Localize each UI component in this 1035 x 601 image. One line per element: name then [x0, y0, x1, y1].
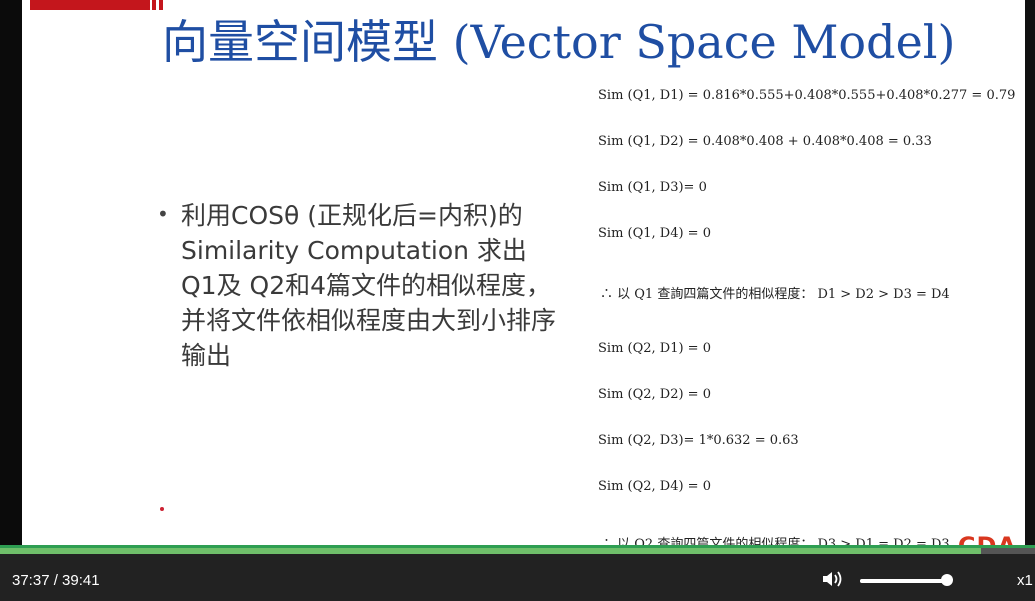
right-letterbox — [1025, 0, 1035, 548]
bullet-dot-icon: • — [157, 202, 169, 226]
time-display: 37:37 / 39:41 — [12, 572, 100, 589]
summary-q1: ∴ 以 Q1 查詢四篇文件的相似程度： D1 > D2 > D3 = D4 — [600, 287, 950, 302]
slide-header-accent-2 — [152, 0, 156, 10]
formula-q2-d3: Sim (Q2, D3)= 1*0.632 = 0.63 — [598, 433, 799, 448]
slide-header-accent — [30, 0, 150, 10]
formula-q2-d2: Sim (Q2, D2) = 0 — [598, 387, 711, 402]
volume-icon[interactable] — [822, 570, 844, 588]
formula-q1-d4: Sim (Q1, D4) = 0 — [598, 226, 711, 241]
volume-slider-knob[interactable] — [941, 574, 954, 586]
formula-q2-d4: Sim (Q2, D4) = 0 — [598, 479, 711, 494]
slide-title: 向量空间模型 (Vector Space Model) — [162, 15, 956, 69]
formula-q1-d1: Sim (Q1, D1) = 0.816*0.555+0.408*0.555+0… — [598, 88, 1016, 103]
volume-slider-fill — [860, 579, 948, 583]
formula-q2-d1: Sim (Q2, D1) = 0 — [598, 341, 711, 356]
bullet-point: • 利用COSθ (正规化后=内积)的Similarity Computatio… — [157, 198, 557, 373]
left-letterbox — [0, 0, 22, 548]
player-controls: 37:37 / 39:41 x1 — [0, 554, 1035, 601]
bullet-text: 利用COSθ (正规化后=内积)的Similarity Computation … — [181, 201, 557, 370]
laser-pointer-dot — [160, 507, 164, 511]
video-frame[interactable]: 向量空间模型 (Vector Space Model) • 利用COSθ (正规… — [22, 0, 1025, 548]
playback-speed-button[interactable]: x1 — [1017, 572, 1033, 589]
formula-q1-d2: Sim (Q1, D2) = 0.408*0.408 + 0.408*0.408… — [598, 134, 932, 149]
formula-q1-d3: Sim (Q1, D3)= 0 — [598, 180, 707, 195]
